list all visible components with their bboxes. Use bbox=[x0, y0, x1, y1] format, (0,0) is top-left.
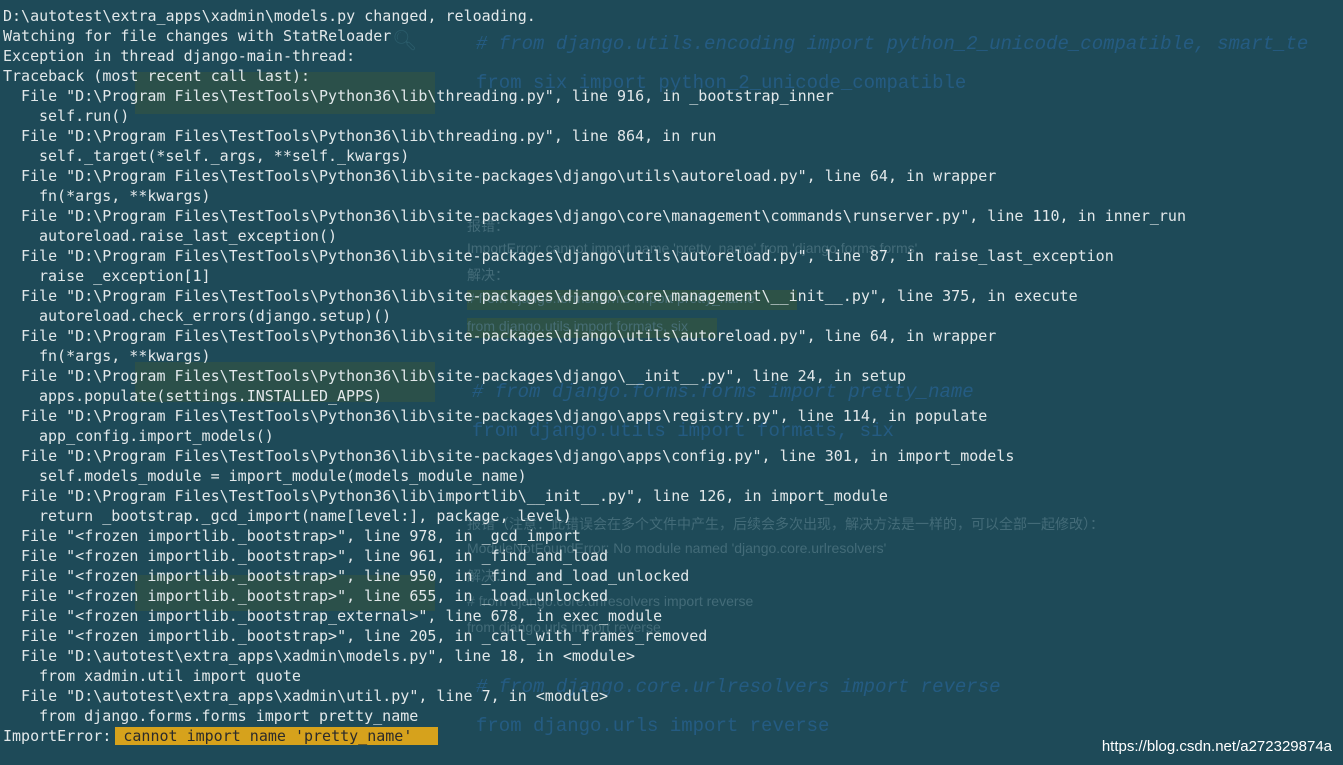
terminal-line: File "<frozen importlib._bootstrap>", li… bbox=[21, 547, 608, 565]
terminal-line: from xadmin.util import quote bbox=[39, 667, 301, 685]
terminal-line: Exception in thread django-main-thread: bbox=[3, 47, 356, 65]
terminal-line: File "D:\Program Files\TestTools\Python3… bbox=[21, 407, 988, 425]
terminal-line: File "D:\Program Files\TestTools\Python3… bbox=[21, 247, 1114, 265]
watermark: https://blog.csdn.net/a272329874a bbox=[1101, 738, 1332, 755]
terminal-line: self._target(*self._args, **self._kwargs… bbox=[39, 147, 410, 165]
terminal-line: fn(*args, **kwargs) bbox=[39, 347, 211, 365]
terminal-line: autoreload.check_errors(django.setup)() bbox=[39, 307, 392, 325]
terminal-line: File "D:\Program Files\TestTools\Python3… bbox=[21, 367, 907, 385]
terminal-line: apps.populate(settings.INSTALLED_APPS) bbox=[39, 387, 383, 405]
terminal-line: app_config.import_models() bbox=[39, 427, 274, 445]
terminal-line: File "D:\Program Files\TestTools\Python3… bbox=[21, 327, 997, 345]
terminal-line: autoreload.raise_last_exception() bbox=[39, 227, 338, 245]
terminal-output[interactable]: D:\autotest\extra_apps\xadmin\models.py … bbox=[3, 6, 1186, 746]
terminal-line: File "<frozen importlib._bootstrap>", li… bbox=[21, 627, 708, 645]
terminal-line: File "D:\Program Files\TestTools\Python3… bbox=[21, 287, 1078, 305]
terminal-line: File "<frozen importlib._bootstrap_exter… bbox=[21, 607, 663, 625]
error-type: ImportError: bbox=[3, 727, 112, 745]
terminal-line: File "D:\autotest\extra_apps\xadmin\mode… bbox=[21, 647, 636, 665]
terminal-line: self.models_module = import_module(model… bbox=[39, 467, 527, 485]
terminal-line: File "D:\autotest\extra_apps\xadmin\util… bbox=[21, 687, 608, 705]
terminal-line: fn(*args, **kwargs) bbox=[39, 187, 211, 205]
terminal-line: File "D:\Program Files\TestTools\Python3… bbox=[21, 87, 834, 105]
error-message-highlight: cannot import name 'pretty_name' bbox=[115, 727, 439, 745]
terminal-line: self.run() bbox=[39, 107, 130, 125]
terminal-line: File "D:\Program Files\TestTools\Python3… bbox=[21, 167, 997, 185]
terminal-line: File "<frozen importlib._bootstrap>", li… bbox=[21, 567, 690, 585]
terminal-line: File "D:\Program Files\TestTools\Python3… bbox=[21, 127, 717, 145]
terminal-line: File "D:\Program Files\TestTools\Python3… bbox=[21, 447, 1015, 465]
terminal-line: File "<frozen importlib._bootstrap>", li… bbox=[21, 587, 608, 605]
screenshot-stage: 🔍︎ # from django.utils.encoding import p… bbox=[0, 0, 1343, 765]
terminal-line: File "D:\Program Files\TestTools\Python3… bbox=[21, 487, 888, 505]
terminal-line: return _bootstrap._gcd_import(name[level… bbox=[39, 507, 572, 525]
terminal-line: from django.forms.forms import pretty_na… bbox=[39, 707, 419, 725]
terminal-line: D:\autotest\extra_apps\xadmin\models.py … bbox=[3, 7, 536, 25]
terminal-line: Traceback (most recent call last): bbox=[3, 67, 311, 85]
terminal-line: File "D:\Program Files\TestTools\Python3… bbox=[21, 207, 1186, 225]
terminal-line: File "<frozen importlib._bootstrap>", li… bbox=[21, 527, 581, 545]
terminal-line: raise _exception[1] bbox=[39, 267, 211, 285]
terminal-line: Watching for file changes with StatReloa… bbox=[3, 27, 392, 45]
import-error-line: ImportError: cannot import name 'pretty_n… bbox=[3, 726, 1186, 746]
